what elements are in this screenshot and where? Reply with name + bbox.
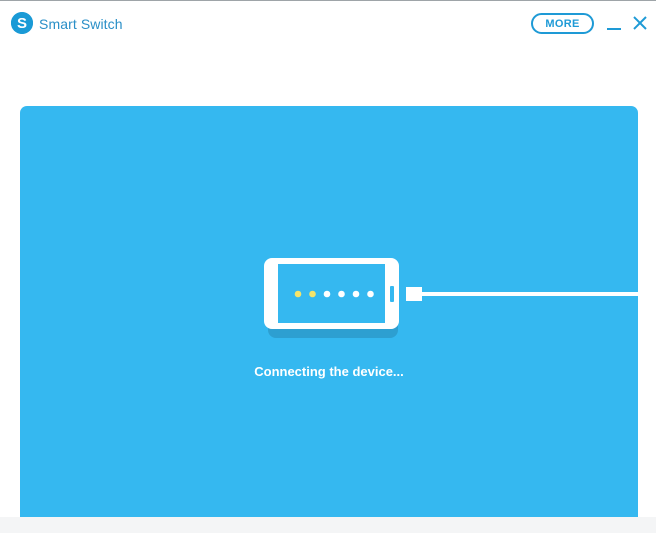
progress-dot — [352, 290, 360, 298]
progress-dot — [323, 290, 331, 298]
progress-dot — [294, 290, 302, 298]
device-connecting-illustration — [20, 106, 638, 517]
phone-port — [390, 286, 394, 302]
progress-dot — [309, 290, 316, 298]
svg-text:S: S — [17, 15, 27, 32]
app-window: S Smart Switch MORE Connecting the devic… — [0, 0, 656, 533]
minimize-icon — [607, 28, 621, 30]
window-footer — [0, 517, 656, 533]
progress-dot — [338, 290, 345, 298]
title-bar: S Smart Switch MORE — [0, 1, 656, 45]
smart-switch-logo-icon: S — [11, 12, 33, 34]
minimize-button[interactable] — [606, 15, 622, 31]
close-icon — [633, 16, 647, 30]
usb-connector — [406, 287, 422, 301]
app-title: Smart Switch — [39, 16, 123, 32]
close-button[interactable] — [632, 15, 648, 31]
progress-dot — [367, 290, 374, 298]
more-button[interactable]: MORE — [531, 13, 594, 34]
usb-cable — [420, 292, 638, 296]
connection-panel: Connecting the device... — [20, 106, 638, 517]
connection-status-text: Connecting the device... — [254, 364, 404, 379]
